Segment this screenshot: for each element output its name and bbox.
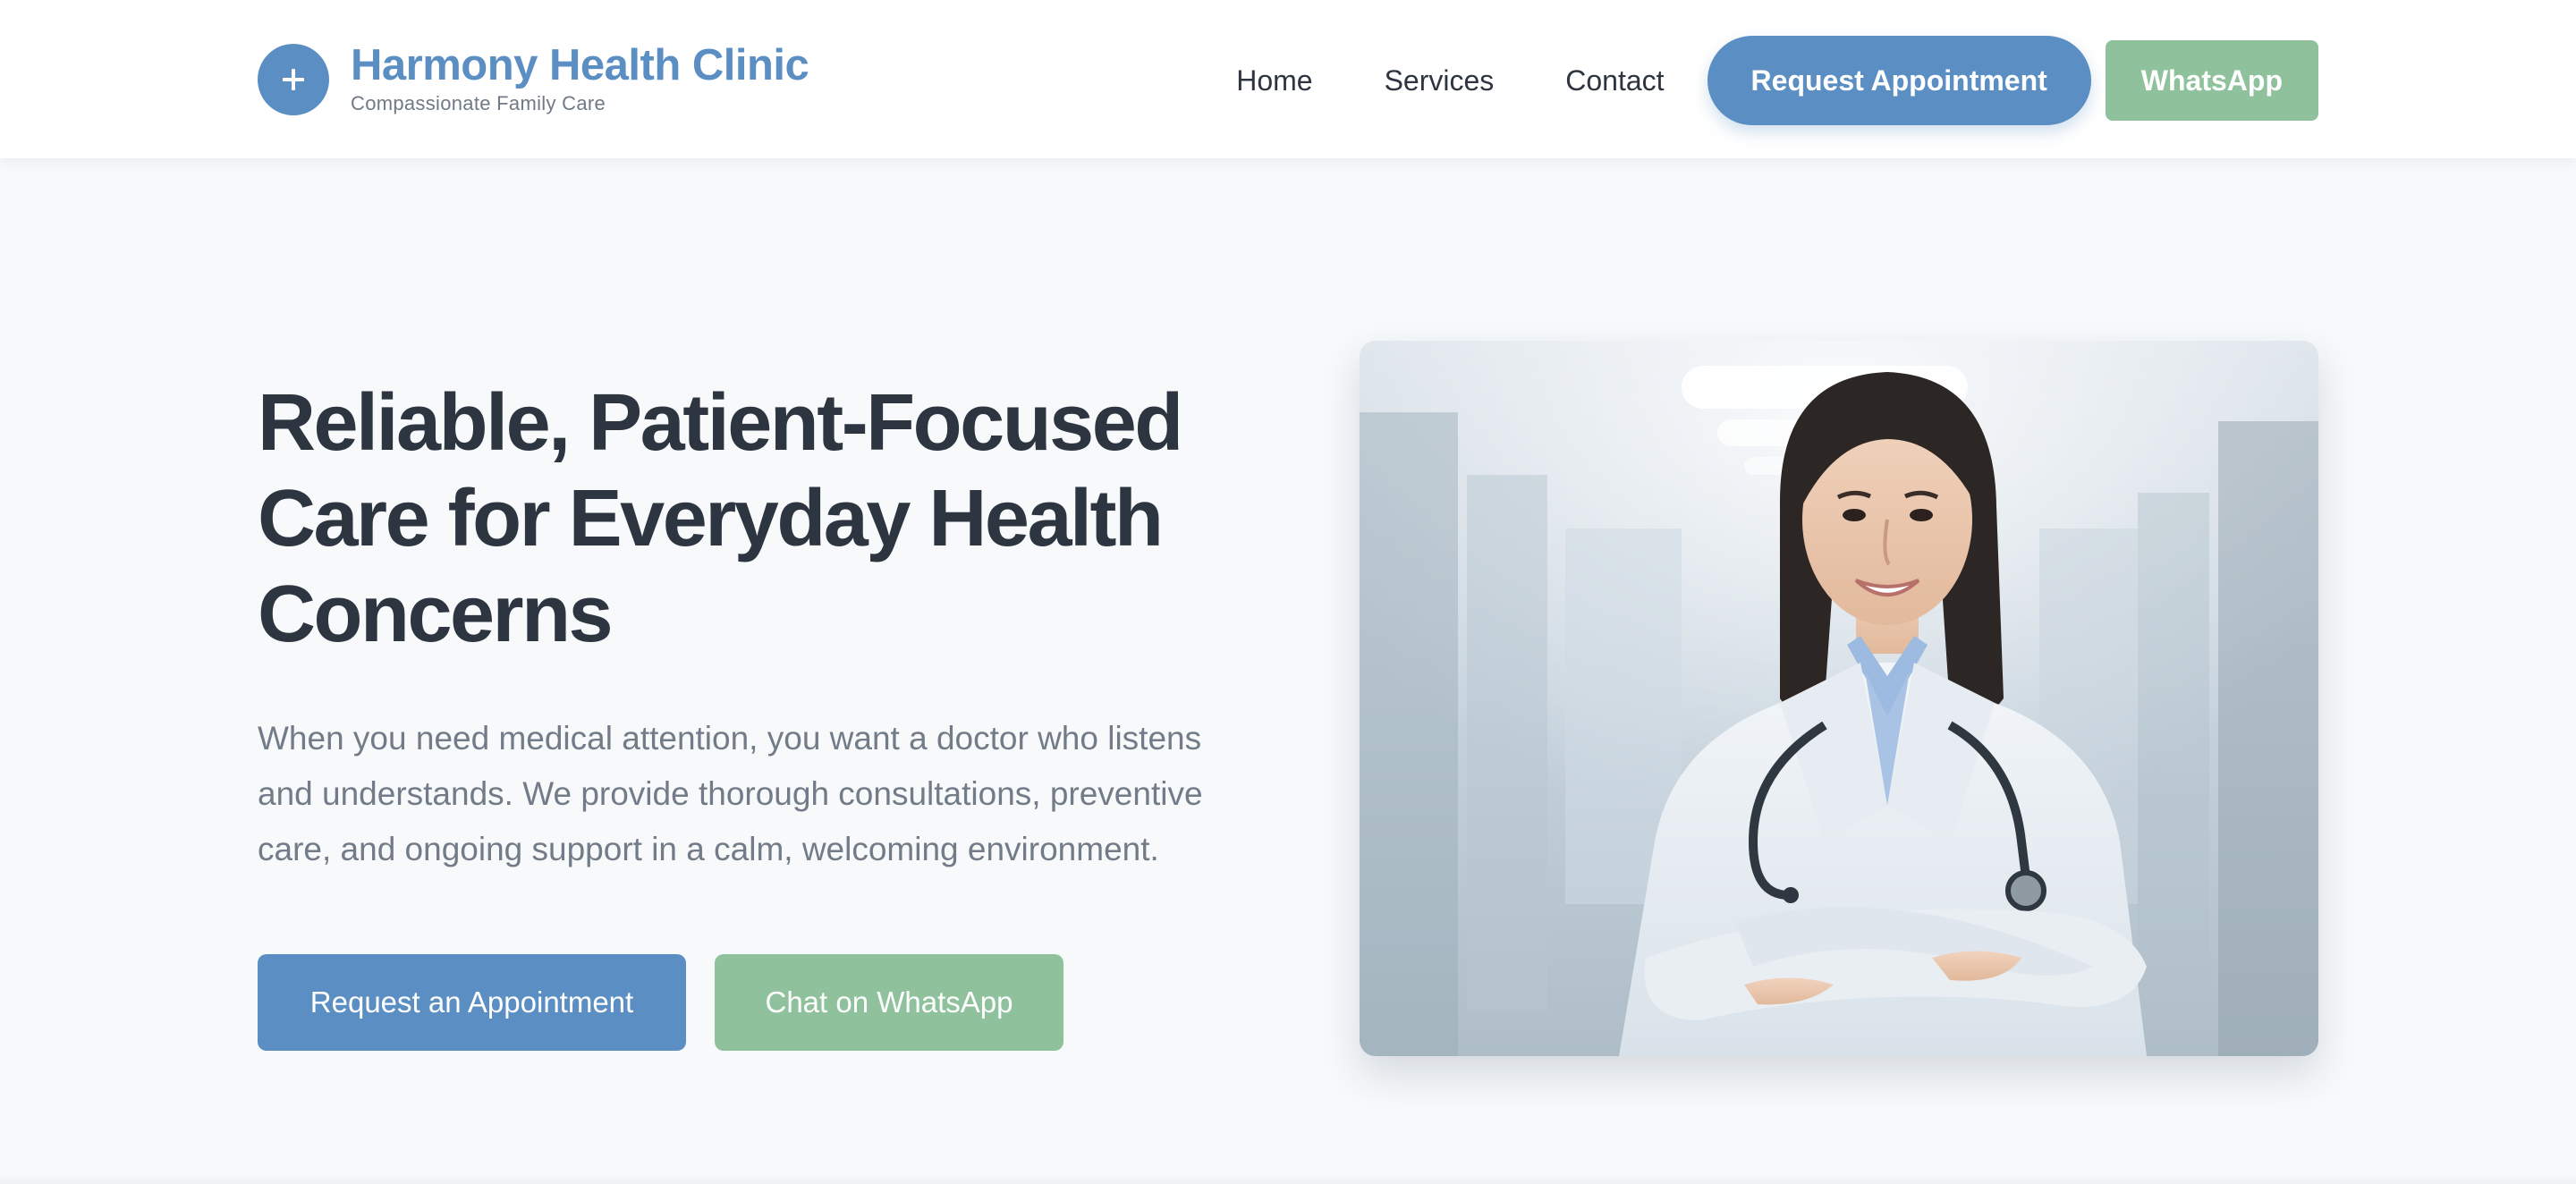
hero-title: Reliable, Patient-Focused Care for Every… [258,378,1183,659]
hero-content: Reliable, Patient-Focused Care for Every… [258,376,1206,1051]
nav-link-services[interactable]: Services [1385,64,1495,97]
section-divider [0,1173,2576,1184]
hero-description: When you need medical attention, you wan… [258,720,1203,867]
brand-text: Harmony Health Clinic Compassionate Fami… [351,40,809,115]
brand-tagline: Compassionate Family Care [351,92,606,114]
brand[interactable]: Harmony Health Clinic Compassionate Fami… [258,41,809,115]
nav-link-home[interactable]: Home [1236,64,1312,97]
request-appointment-button[interactable]: Request Appointment [1707,36,2091,125]
site-header: Harmony Health Clinic Compassionate Fami… [0,0,2576,159]
request-an-appointment-button[interactable]: Request an Appointment [258,954,686,1051]
plus-icon [258,44,329,115]
brand-name: Harmony Health Clinic [351,41,809,89]
nav-link-contact[interactable]: Contact [1565,64,1664,97]
chat-on-whatsapp-button[interactable]: Chat on WhatsApp [715,954,1063,1051]
main-nav: Home Services Contact Request Appointmen… [1236,36,2318,125]
doctor-photo [1360,341,2318,1056]
whatsapp-button[interactable]: WhatsApp [2105,40,2318,121]
hero-actions: Request an Appointment Chat on WhatsApp [258,954,1206,1051]
